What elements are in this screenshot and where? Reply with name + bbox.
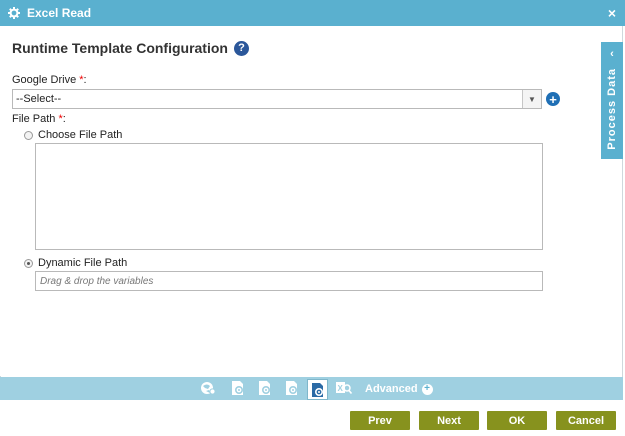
dialog-title: Excel Read xyxy=(27,6,92,20)
ok-button[interactable]: OK xyxy=(487,411,547,430)
form-settings-icon[interactable] xyxy=(229,379,247,397)
google-drive-label: Google Drive *: xyxy=(12,74,87,86)
chevron-down-icon[interactable]: ▼ xyxy=(522,90,541,108)
advanced-menu[interactable]: Advanced + xyxy=(365,383,433,395)
cancel-button[interactable]: Cancel xyxy=(556,411,616,430)
choose-file-path-label: Choose File Path xyxy=(38,129,123,141)
google-drive-label-text: Google Drive xyxy=(12,74,77,86)
dynamic-file-path-label: Dynamic File Path xyxy=(38,257,128,269)
globe-settings-icon[interactable] xyxy=(199,379,217,397)
google-drive-selected-value: --Select-- xyxy=(16,93,62,105)
close-icon[interactable]: × xyxy=(608,5,616,21)
advanced-label: Advanced xyxy=(365,383,418,395)
choose-file-path-radio[interactable] xyxy=(24,131,33,140)
form-settings-icon-3[interactable] xyxy=(283,379,301,397)
gear-icon xyxy=(7,6,21,20)
google-drive-select[interactable]: --Select-- ▼ xyxy=(12,89,542,109)
page-title: Runtime Template Configuration ? xyxy=(12,40,249,56)
help-icon[interactable]: ? xyxy=(233,40,249,56)
choose-file-path-textarea[interactable] xyxy=(35,143,543,250)
label-colon: : xyxy=(83,74,87,86)
plus-circle-icon: + xyxy=(421,383,433,395)
process-data-label: Process Data xyxy=(606,68,618,150)
next-button[interactable]: Next xyxy=(419,411,479,430)
label-colon: : xyxy=(62,113,66,125)
form-settings-icon-2[interactable] xyxy=(256,379,274,397)
dynamic-file-path-radio[interactable] xyxy=(24,259,33,268)
add-google-drive-button[interactable]: + xyxy=(546,92,560,106)
file-path-label-text: File Path xyxy=(12,113,56,125)
page-title-text: Runtime Template Configuration xyxy=(12,40,228,56)
process-data-tab[interactable]: ‹ Process Data xyxy=(601,42,623,159)
dynamic-file-path-input[interactable]: Drag & drop the variables xyxy=(35,271,543,291)
save-settings-icon[interactable] xyxy=(307,379,328,400)
dialog-titlebar: Excel Read × xyxy=(0,0,625,26)
chevron-left-icon: ‹ xyxy=(610,48,614,60)
svg-text:X: X xyxy=(338,384,344,393)
excel-search-icon[interactable]: X xyxy=(335,379,353,397)
file-path-label: File Path *: xyxy=(12,113,66,125)
prev-button[interactable]: Prev xyxy=(350,411,410,430)
